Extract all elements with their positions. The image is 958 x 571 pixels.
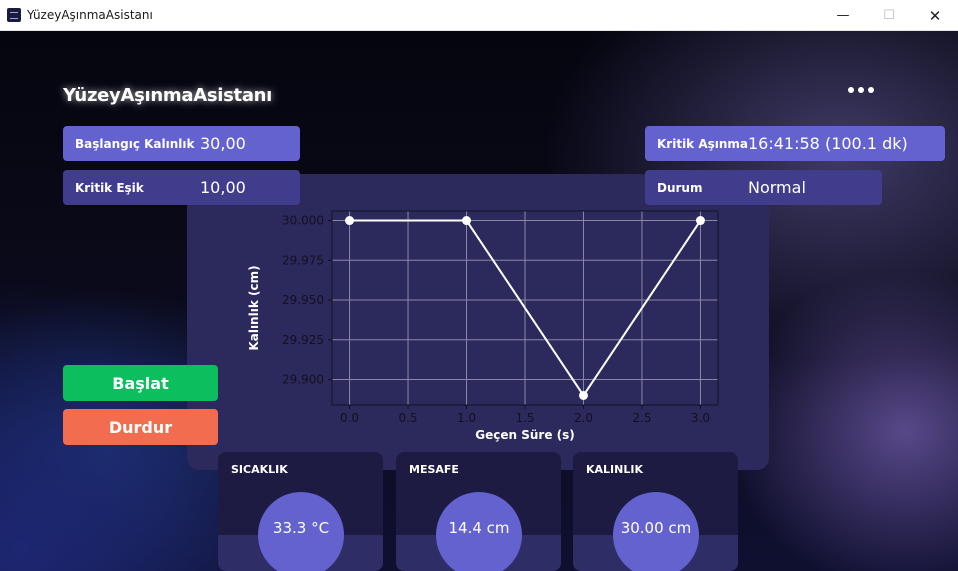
panel-pointer xyxy=(756,204,770,224)
thickness-title: KALINLIK xyxy=(586,463,643,476)
critical-wear-field: Kritik Aşınma 16:41:58 (100.1 dk) xyxy=(645,126,945,161)
critical-threshold-value[interactable]: 10,00 xyxy=(200,178,246,197)
close-button[interactable]: ✕ xyxy=(912,0,958,31)
y-tick-label: 29.925 xyxy=(282,333,324,347)
thickness-card: KALINLIK 30.00 cm xyxy=(573,452,738,571)
distance-title: MESAFE xyxy=(409,463,459,476)
thickness-gauge: 30.00 cm xyxy=(613,492,699,571)
distance-gauge: 14.4 cm xyxy=(436,492,522,571)
temperature-title: SICAKLIK xyxy=(231,463,288,476)
x-tick-label: 0.5 xyxy=(398,411,417,425)
x-tick-label: 2.5 xyxy=(632,411,651,425)
initial-thickness-value[interactable]: 30,00 xyxy=(200,134,246,153)
x-tick-label: 1.0 xyxy=(457,411,476,425)
thickness-chart: 0.0 0.5 1.0 1.5 2.0 2.5 3.0 29.900 29.925 29.950 2… xyxy=(240,207,730,447)
initial-thickness-label: Başlangıç Kalınlık xyxy=(75,136,195,151)
start-button[interactable]: Başlat xyxy=(63,365,218,401)
more-horizontal-icon[interactable] xyxy=(848,83,878,97)
critical-wear-value: 16:41:58 (100.1 dk) xyxy=(748,134,908,153)
temperature-card: SICAKLIK 33.3 °C xyxy=(218,452,383,571)
data-point xyxy=(462,216,472,226)
data-point xyxy=(345,216,355,226)
distance-value: 14.4 cm xyxy=(448,519,510,537)
y-tick-label: 29.975 xyxy=(282,253,324,267)
x-axis-label: Geçen Süre (s) xyxy=(475,428,575,442)
thickness-value: 30.00 cm xyxy=(620,519,692,537)
initial-thickness-field[interactable]: Başlangıç Kalınlık 30,00 xyxy=(63,126,300,161)
distance-card: MESAFE 14.4 cm xyxy=(396,452,561,571)
x-tick-label: 2.0 xyxy=(574,411,593,425)
critical-threshold-label: Kritik Eşik xyxy=(75,180,144,195)
chart-svg: 0.0 0.5 1.0 1.5 2.0 2.5 3.0 29.900 29.925 29.950 2… xyxy=(247,210,719,442)
stop-button[interactable]: Durdur xyxy=(63,409,218,445)
app-icon xyxy=(7,8,21,22)
y-tick-label: 30.000 xyxy=(282,214,324,228)
y-axis-label: Kalınlık (cm) xyxy=(247,265,261,350)
critical-wear-label: Kritik Aşınma xyxy=(657,136,749,151)
x-tick-label: 1.5 xyxy=(515,411,534,425)
minimize-button[interactable]: — xyxy=(820,0,866,31)
status-field: Durum Normal xyxy=(645,170,882,205)
app-canvas: YüzeyAşınmaAsistanı Başlangıç Kalınlık 3… xyxy=(0,31,958,571)
data-point xyxy=(578,390,588,400)
app-heading: YüzeyAşınmaAsistanı xyxy=(63,85,273,106)
x-tick-label: 0.0 xyxy=(340,411,359,425)
status-label: Durum xyxy=(657,180,703,195)
temperature-value: 33.3 °C xyxy=(272,519,330,537)
data-point xyxy=(695,216,705,226)
maximize-button[interactable]: ☐ xyxy=(866,0,912,31)
temperature-gauge: 33.3 °C xyxy=(258,492,344,571)
y-tick-label: 29.900 xyxy=(282,373,324,387)
y-tick-label: 29.950 xyxy=(282,293,324,307)
status-value: Normal xyxy=(748,178,806,197)
window-title: YüzeyAşınmaAsistanı xyxy=(27,8,153,22)
x-tick-label: 3.0 xyxy=(691,411,710,425)
critical-threshold-field[interactable]: Kritik Eşik 10,00 xyxy=(63,170,300,205)
window-titlebar: YüzeyAşınmaAsistanı — ☐ ✕ xyxy=(0,0,958,31)
